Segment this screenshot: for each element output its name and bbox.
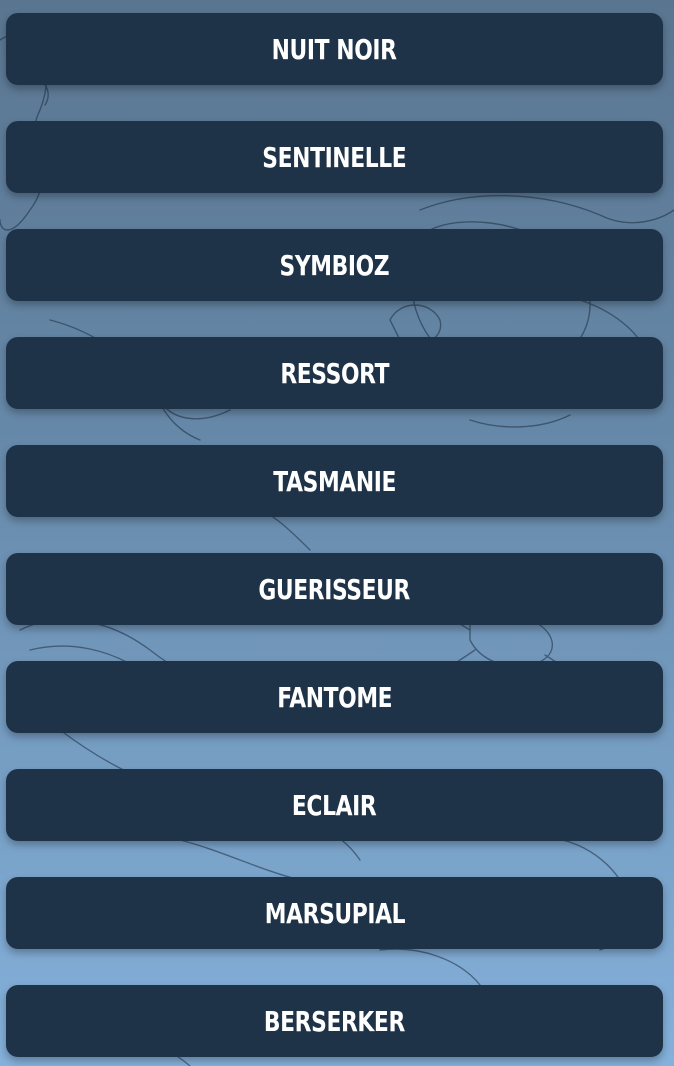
menu-button-eclair[interactable]: ECLAIR <box>6 769 663 841</box>
menu-list: NUIT NOIR SENTINELLE SYMBIOZ RESSORT TAS… <box>6 13 663 1057</box>
menu-button-label: NUIT NOIR <box>272 32 397 66</box>
menu-button-label: FANTOME <box>276 680 392 714</box>
menu-button-label: MARSUPIAL <box>264 896 405 930</box>
menu-button-label: BERSERKER <box>263 1004 406 1038</box>
menu-button-label: TASMANIE <box>273 464 396 498</box>
menu-button-marsupial[interactable]: MARSUPIAL <box>6 877 663 949</box>
menu-button-berserker[interactable]: BERSERKER <box>6 985 663 1057</box>
menu-button-sentinelle[interactable]: SENTINELLE <box>6 121 663 193</box>
menu-button-label: RESSORT <box>280 356 389 390</box>
menu-button-guerisseur[interactable]: GUERISSEUR <box>6 553 663 625</box>
menu-button-tasmanie[interactable]: TASMANIE <box>6 445 663 517</box>
menu-button-nuit-noir[interactable]: NUIT NOIR <box>6 13 663 85</box>
menu-button-symbioz[interactable]: SYMBIOZ <box>6 229 663 301</box>
menu-button-fantome[interactable]: FANTOME <box>6 661 663 733</box>
menu-button-ressort[interactable]: RESSORT <box>6 337 663 409</box>
menu-button-label: GUERISSEUR <box>258 572 411 606</box>
menu-button-label: ECLAIR <box>292 788 377 822</box>
menu-button-label: SYMBIOZ <box>279 248 390 282</box>
menu-button-label: SENTINELLE <box>262 140 407 174</box>
